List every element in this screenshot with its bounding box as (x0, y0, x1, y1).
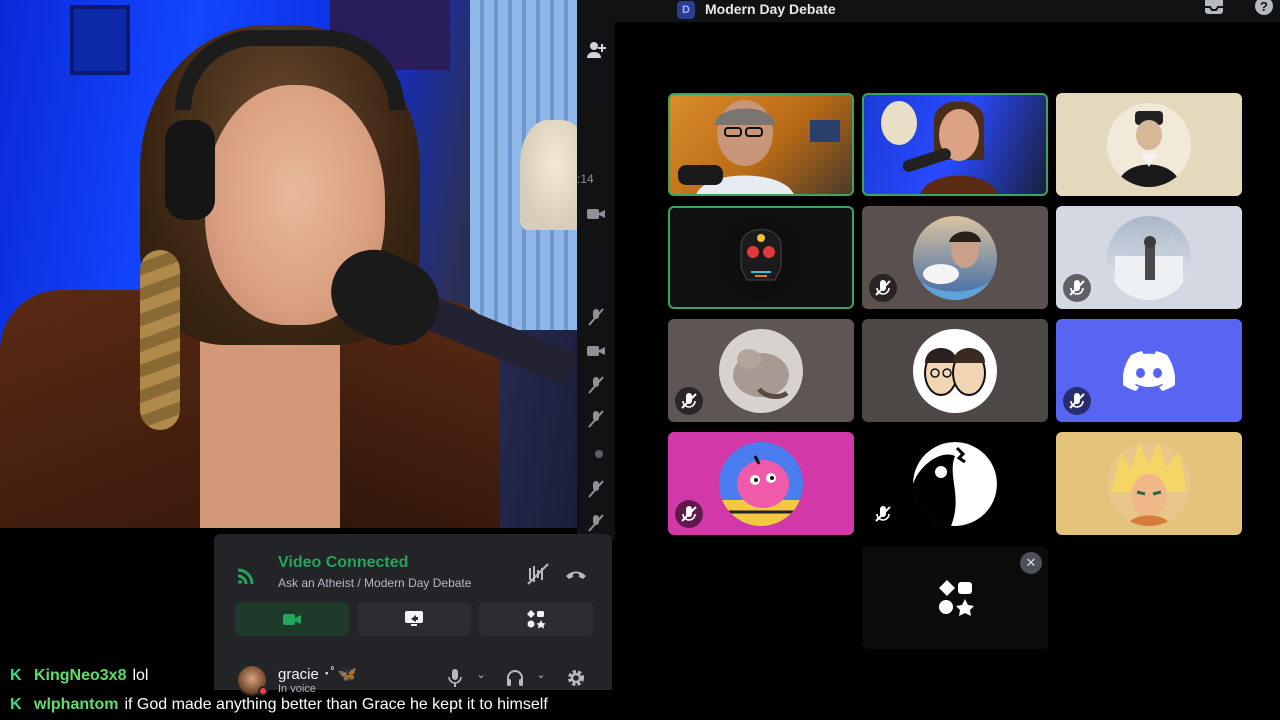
avatar (1107, 215, 1191, 300)
webcam-feed (0, 0, 577, 528)
chat-text: lol (132, 667, 149, 684)
participant-tile[interactable] (668, 206, 854, 309)
background-lamp (520, 120, 577, 230)
video-feed (881, 101, 998, 194)
mic-muted-icon (681, 393, 697, 409)
username[interactable]: gracie ･ﾟ🦋 (278, 663, 357, 684)
chat-message: K KingNeo3x8 lol (10, 667, 148, 685)
activities-icon (527, 610, 546, 629)
channel-header: D Modern Day Debate ? (615, 0, 1280, 22)
muted-indicator (869, 500, 897, 528)
participant-tile[interactable] (862, 206, 1048, 309)
camera-button[interactable] (235, 602, 349, 636)
mic-muted-icon (583, 410, 609, 432)
participant-tile[interactable] (668, 432, 854, 535)
screenshare-icon (405, 611, 423, 626)
disconnect-icon[interactable] (564, 562, 588, 586)
timestamp-fragment: :14 (577, 172, 594, 186)
svg-text:?: ? (1260, 0, 1268, 14)
chat-message: Kwlphantom if God made anything better th… (10, 696, 548, 714)
voice-status[interactable]: Video Connected (278, 554, 408, 572)
chat-text: if God made anything better than Grace h… (124, 696, 548, 713)
mic-muted-icon (875, 280, 891, 296)
avatar (1107, 441, 1191, 526)
avatar (913, 441, 997, 526)
muted-indicator (1063, 274, 1091, 302)
mic-muted-icon (1069, 393, 1085, 409)
background-picture-frame (70, 5, 130, 75)
avatar (913, 328, 997, 413)
headphone-cup (165, 120, 215, 220)
activities-icon (939, 580, 974, 616)
channel-title: Modern Day Debate (705, 1, 836, 17)
muted-indicator (869, 274, 897, 302)
camera-icon (283, 614, 301, 625)
user-subtext: In voice (278, 683, 316, 695)
activity-launcher-tile[interactable]: ✕ (862, 546, 1048, 649)
help-icon[interactable]: ? (1253, 0, 1275, 18)
status-indicator (258, 686, 268, 696)
add-friend-icon[interactable] (583, 40, 609, 62)
signal-icon[interactable] (236, 562, 266, 584)
close-icon[interactable]: ✕ (1020, 552, 1042, 574)
chat-username: KingNeo3x8 (34, 667, 127, 684)
avatar (719, 441, 803, 526)
avatar (719, 215, 803, 300)
participant-tile[interactable] (668, 93, 854, 196)
microphone-icon[interactable] (444, 668, 466, 690)
server-logo-icon: D (677, 1, 695, 19)
camera-icon[interactable] (583, 205, 609, 227)
mic-muted-icon (583, 308, 609, 330)
gear-icon[interactable] (565, 668, 587, 690)
avatar (1107, 102, 1191, 187)
camera-icon (583, 342, 609, 364)
mic-muted-icon (681, 506, 697, 522)
mic-muted-icon (583, 480, 609, 502)
participant-tile[interactable] (1056, 319, 1242, 422)
voice-connection-panel: Video Connected Ask an Atheist / Modern … (214, 534, 612, 660)
mic-muted-icon (583, 376, 609, 398)
participant-tile[interactable] (1056, 206, 1242, 309)
channel-badge-icon: K (10, 667, 22, 684)
chevron-down-icon[interactable]: ⌄ (470, 668, 492, 690)
chat-username: wlphantom (34, 696, 119, 713)
voice-channel-name[interactable]: Ask an Atheist / Modern Day Debate (278, 576, 471, 590)
mic-muted-icon (875, 506, 891, 522)
screenshare-button[interactable] (357, 602, 471, 636)
muted-indicator (675, 387, 703, 415)
mic-muted-icon (583, 514, 609, 536)
braid (140, 250, 180, 430)
avatar (913, 215, 997, 300)
mic-muted-icon (1069, 280, 1085, 296)
headphones-icon[interactable] (504, 668, 526, 690)
participant-tile[interactable] (1056, 93, 1242, 196)
activity-icon (583, 446, 609, 468)
participant-tile[interactable] (1056, 432, 1242, 535)
participant-tile[interactable] (668, 319, 854, 422)
video-feed (678, 100, 840, 194)
participant-tile[interactable] (862, 319, 1048, 422)
discord-logo-icon (1123, 351, 1175, 391)
user-panel: gracie ･ﾟ🦋 In voice ⌄ ⌄ (214, 660, 612, 696)
participant-tile[interactable] (862, 432, 1048, 535)
activities-button[interactable] (479, 602, 593, 636)
channel-rail: :14 (577, 0, 615, 540)
channel-badge-icon: K (10, 696, 22, 713)
muted-indicator (1063, 387, 1091, 415)
avatar (719, 328, 803, 413)
participant-tile[interactable] (862, 93, 1048, 196)
muted-indicator (675, 500, 703, 528)
chevron-down-icon[interactable]: ⌄ (530, 668, 552, 690)
inbox-icon[interactable] (1203, 0, 1225, 18)
noise-suppression-icon[interactable] (526, 562, 550, 586)
